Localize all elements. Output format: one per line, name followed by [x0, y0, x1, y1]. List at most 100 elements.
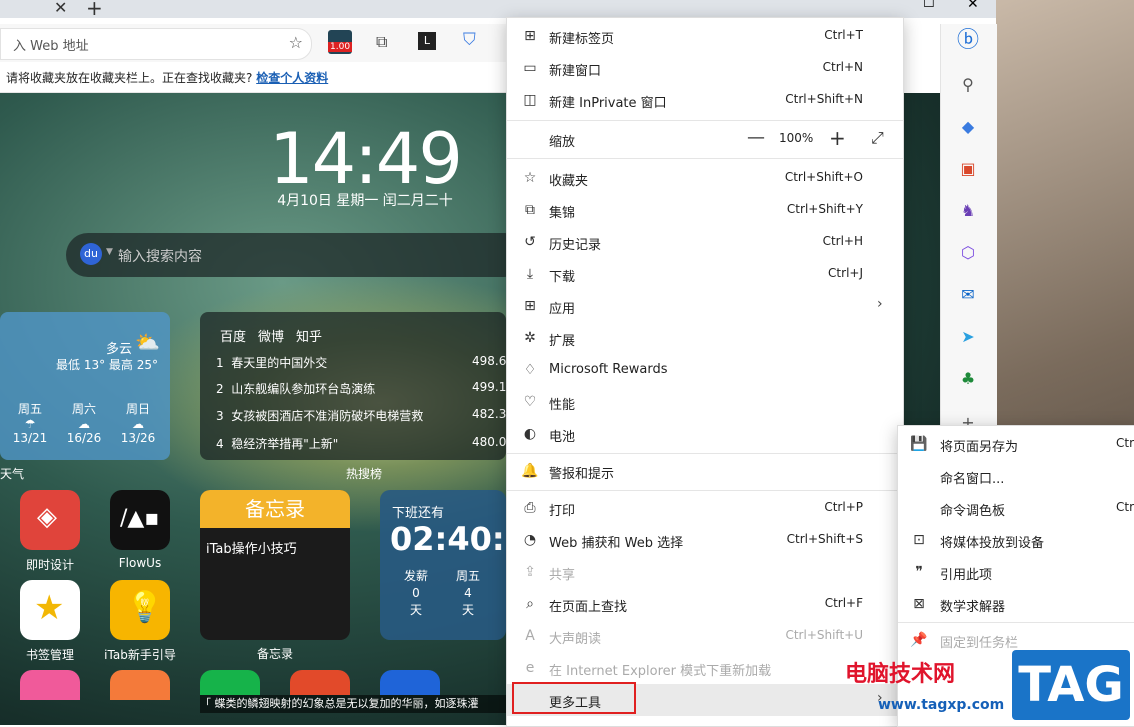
pin-icon: 📌: [910, 632, 928, 648]
menu-item-new-inprivate[interactable]: ◫ 新建 InPrivate 窗口 Ctrl+Shift+N: [507, 84, 903, 116]
fullscreen-icon[interactable]: ⤢: [871, 128, 884, 148]
hot-title: 稳经济举措再"上新": [231, 437, 339, 451]
history-icon: ↺: [524, 234, 536, 250]
shield-icon[interactable]: ⛉: [463, 30, 476, 50]
hot-search-widget[interactable]: 百度 微博 知乎 1 春天里的中国外交 498.6 2 山东舰编队参加环台岛演练 499…: [200, 312, 506, 460]
hot-rank: 2: [216, 382, 224, 396]
menu-item-label: 缩放: [549, 135, 576, 150]
app-jishi-design[interactable]: ◈: [20, 490, 80, 550]
hot-search-label: 热搜榜: [346, 467, 383, 481]
submenu-item-label: 数学求解器: [940, 600, 1006, 615]
menu-item-label: 新建标签页: [549, 32, 615, 47]
weather-condition: 多云: [105, 342, 132, 357]
lightbulb-icon: 💡: [126, 590, 164, 625]
menu-item-find[interactable]: ⌕ 在页面上查找 Ctrl+F: [507, 588, 903, 620]
memo-widget[interactable]: 备忘录 iTab操作小技巧: [200, 490, 350, 640]
hot-item[interactable]: 3 女孩被困酒店不准消防破坏电梯营救 482.3: [216, 407, 506, 424]
app-partial[interactable]: [200, 670, 260, 695]
offwork-col-value: 4: [464, 586, 472, 600]
hot-tab-weibo[interactable]: 微博: [258, 330, 284, 345]
extension-badge[interactable]: 1.00: [328, 30, 353, 54]
app-flowus[interactable]: /▲▪: [110, 490, 170, 550]
forecast-day: 周六 ☁ 16/26: [64, 400, 104, 445]
hot-title: 女孩被困酒店不准消防破坏电梯营救: [231, 409, 424, 423]
maximize-icon[interactable]: ☐: [923, 0, 935, 11]
submenu-item-cite[interactable]: ❞ 引用此项: [898, 556, 1134, 588]
app-bookmark-manager[interactable]: ★: [20, 580, 80, 640]
menu-item-favorites[interactable]: ☆ 收藏夹 Ctrl+Shift+O: [507, 162, 903, 194]
office-icon[interactable]: ⬡: [957, 242, 979, 264]
chevron-down-icon[interactable]: ▼: [106, 247, 113, 257]
extension-l-icon[interactable]: L: [418, 32, 436, 50]
submenu-item-label: 引用此项: [940, 568, 993, 583]
forecast-day: 周日 ☁ 13/26: [118, 400, 158, 445]
menu-item-collections[interactable]: ⧉ 集锦 Ctrl+Shift+Y: [507, 194, 903, 226]
find-icon: ⌕: [526, 596, 534, 612]
add-favorite-icon[interactable]: ☆: [289, 33, 303, 52]
menu-item-web-capture[interactable]: ◔ Web 捕获和 Web 选择 Ctrl+Shift+S: [507, 524, 903, 556]
badge-text: 1.00: [328, 42, 353, 52]
weather-widget[interactable]: 多云 ⛅ 最低 13° 最高 25° 周五 ☂ 13/21 周六 ☁ 16/26 周日 ☁…: [0, 312, 170, 460]
tag-icon[interactable]: ◆: [957, 116, 979, 138]
menu-item-apps[interactable]: ⊞ 应用 ›: [507, 290, 903, 322]
app-partial[interactable]: [20, 670, 80, 700]
submenu-item-name-window[interactable]: 命名窗口...: [898, 460, 1134, 492]
app-partial[interactable]: [110, 670, 170, 700]
submenu-item-command-palette[interactable]: 命令调色板 Ctrl: [898, 492, 1134, 524]
search-box[interactable]: du ▼ 输入搜索内容: [66, 233, 526, 277]
check-profile-link[interactable]: 检查个人资料: [256, 71, 328, 85]
menu-item-read-aloud: A 大声朗读 Ctrl+Shift+U: [507, 620, 903, 652]
games-icon[interactable]: ♞: [957, 200, 979, 222]
menu-item-performance[interactable]: ♡ 性能: [507, 386, 903, 418]
menu-item-battery[interactable]: ◐ 电池: [507, 418, 903, 450]
hot-tab-baidu[interactable]: 百度: [220, 330, 246, 345]
menu-item-downloads[interactable]: ⤓ 下载 Ctrl+J: [507, 258, 903, 290]
offwork-countdown-widget[interactable]: 下班还有 02:40:2 发薪 0 天 周五 4 天 周1: [380, 490, 506, 640]
window-close-icon[interactable]: ✕: [967, 0, 979, 12]
submenu-item-math-solver[interactable]: ⊠ 数学求解器: [898, 588, 1134, 620]
address-bar[interactable]: 入 Web 地址 ☆: [0, 28, 312, 60]
baidu-icon[interactable]: du: [80, 243, 102, 265]
menu-item-new-tab[interactable]: ⊞ 新建标签页 Ctrl+T: [507, 20, 903, 52]
extension-icon[interactable]: ⧉: [376, 32, 387, 52]
submenu-item-cast[interactable]: ⊡ 将媒体投放到设备: [898, 524, 1134, 556]
offwork-col: 周1: [492, 568, 507, 602]
close-tab-icon[interactable]: ✕: [54, 0, 67, 17]
menu-item-rewards[interactable]: ♢ Microsoft Rewards: [507, 354, 903, 386]
date-text: 4月10日 星期一 闰二月二十: [277, 193, 453, 209]
offwork-col: 周五 4 天: [448, 568, 488, 619]
menu-item-extensions[interactable]: ✲ 扩展: [507, 322, 903, 354]
send-icon[interactable]: ➤: [957, 326, 979, 348]
menu-item-print[interactable]: ⎙ 打印 Ctrl+P: [507, 492, 903, 524]
hot-item[interactable]: 2 山东舰编队参加环台岛演练 499.1: [216, 380, 506, 397]
menu-item-shortcut: Ctrl+Shift+N: [785, 92, 863, 106]
tree-icon[interactable]: ♣: [957, 368, 979, 390]
submenu-item-save-page[interactable]: 💾 将页面另存为 Ctr: [898, 428, 1134, 460]
read-aloud-icon: A: [525, 628, 535, 644]
zoom-in-button[interactable]: +: [829, 126, 846, 150]
menu-divider: [507, 490, 903, 491]
hot-tab-zhihu[interactable]: 知乎: [296, 330, 322, 345]
menu-item-label: 新建窗口: [549, 64, 602, 79]
hot-item[interactable]: 1 春天里的中国外交 498.6: [216, 354, 506, 371]
hot-item[interactable]: 4 稳经济举措再"上新" 480.0: [216, 435, 506, 452]
app-partial[interactable]: [290, 670, 350, 695]
app-partial[interactable]: [380, 670, 440, 695]
offwork-col-title: 发薪: [403, 569, 428, 583]
menu-item-new-window[interactable]: ▭ 新建窗口 Ctrl+N: [507, 52, 903, 84]
menu-item-shortcut: Ctrl+Shift+O: [784, 170, 863, 184]
memo-label: 备忘录: [256, 647, 293, 661]
menu-item-alerts[interactable]: 🔔 警报和提示: [507, 455, 903, 487]
cloud-icon: ☁: [78, 417, 90, 431]
zoom-out-button[interactable]: —: [747, 127, 765, 148]
toolbox-icon[interactable]: ▣: [957, 158, 979, 180]
menu-item-shortcut: Ctrl+Shift+S: [786, 532, 863, 546]
offwork-col-value: 1: [492, 585, 506, 602]
bing-icon[interactable]: ⓑ: [957, 30, 979, 52]
app-itab-guide[interactable]: 💡: [110, 580, 170, 640]
new-tab-button[interactable]: +: [86, 0, 103, 20]
menu-item-label: 警报和提示: [549, 467, 615, 482]
menu-item-history[interactable]: ↺ 历史记录 Ctrl+H: [507, 226, 903, 258]
search-icon[interactable]: ⚲: [957, 74, 979, 96]
outlook-icon[interactable]: ✉: [957, 284, 979, 306]
